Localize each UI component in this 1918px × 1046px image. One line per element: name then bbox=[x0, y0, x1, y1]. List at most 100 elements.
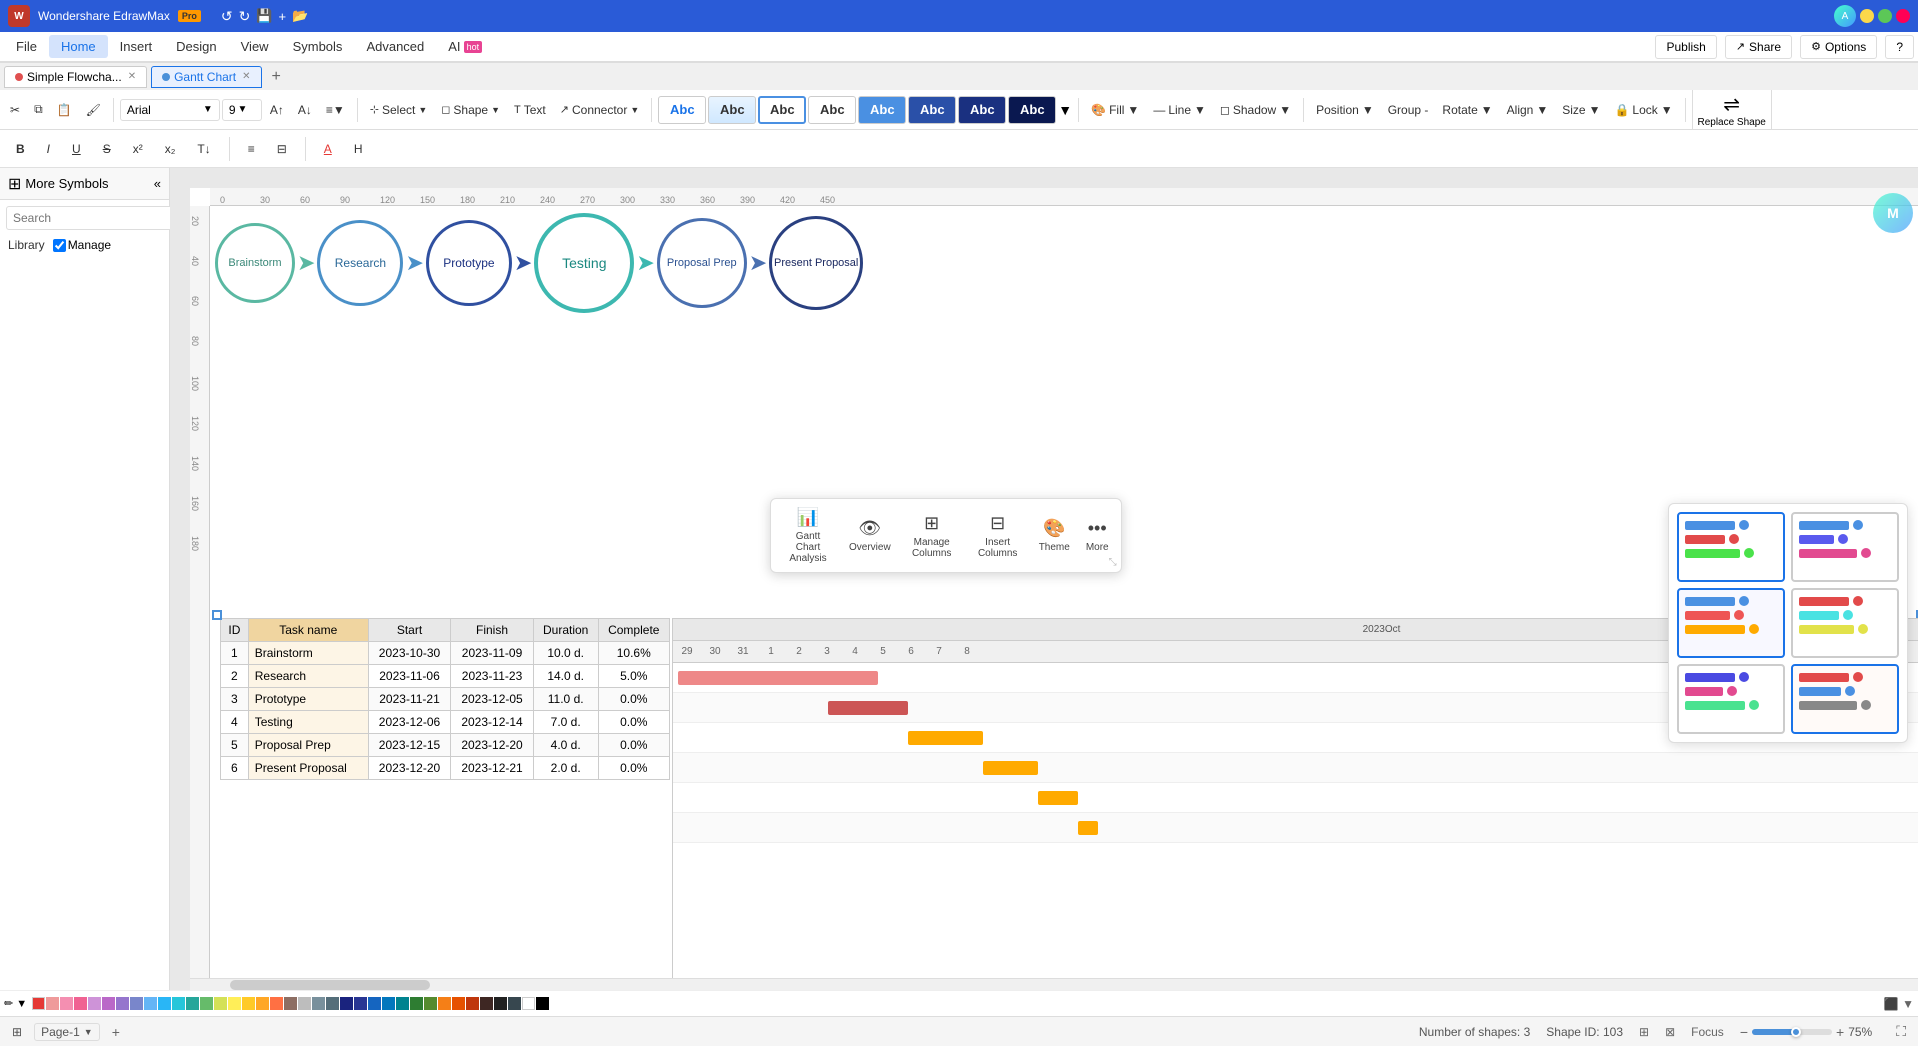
color-swatch[interactable] bbox=[158, 997, 171, 1010]
color-swatch[interactable] bbox=[368, 997, 381, 1010]
tab-simple-flowchart[interactable]: Simple Flowcha... ✕ bbox=[4, 66, 147, 88]
font-decrease-btn[interactable]: A↓ bbox=[292, 99, 318, 121]
color-swatch[interactable] bbox=[536, 997, 549, 1010]
number-list-btn[interactable]: ⊟ bbox=[269, 139, 295, 159]
popup-more[interactable]: ••• More bbox=[1086, 518, 1109, 553]
shape-btn[interactable]: ◻ Shape ▼ bbox=[435, 99, 506, 121]
zoom-out-btn[interactable]: − bbox=[1740, 1024, 1748, 1040]
fc-node-prototype[interactable]: Prototype bbox=[426, 220, 512, 306]
menu-symbols[interactable]: Symbols bbox=[281, 35, 355, 58]
connector-btn[interactable]: ↗ Connector ▼ bbox=[554, 99, 646, 121]
redo-btn[interactable]: ↻ bbox=[239, 8, 251, 25]
color-swatch[interactable] bbox=[494, 997, 507, 1010]
color-swatch[interactable] bbox=[480, 997, 493, 1010]
moretext-btn[interactable]: T↓ bbox=[189, 139, 218, 159]
color-swatch[interactable] bbox=[270, 997, 283, 1010]
color-swatch[interactable] bbox=[88, 997, 101, 1010]
color-swatch[interactable] bbox=[116, 997, 129, 1010]
color-swatch[interactable] bbox=[410, 997, 423, 1010]
font-color-btn[interactable]: A bbox=[316, 139, 340, 159]
color-swatch[interactable] bbox=[228, 997, 241, 1010]
style-swatch-2[interactable]: Abc bbox=[708, 96, 756, 124]
color-swatch[interactable] bbox=[60, 997, 73, 1010]
color-swatch[interactable] bbox=[102, 997, 115, 1010]
strikethrough-btn[interactable]: S bbox=[95, 139, 119, 159]
open-btn[interactable]: 📂 bbox=[292, 8, 308, 25]
color-swatch[interactable] bbox=[340, 997, 353, 1010]
shadow-btn[interactable]: ◻ Shadow ▼ bbox=[1214, 99, 1297, 121]
layer-btn[interactable]: ⊞ bbox=[1639, 1025, 1649, 1039]
color-swatch[interactable] bbox=[508, 997, 521, 1010]
add-tab-btn[interactable]: + bbox=[266, 68, 287, 86]
line-btn[interactable]: — Line ▼ bbox=[1147, 99, 1212, 121]
color-swatch[interactable] bbox=[396, 997, 409, 1010]
minimize-btn[interactable] bbox=[1860, 9, 1874, 23]
menu-ai[interactable]: AI hot bbox=[436, 35, 494, 58]
color-swatch[interactable] bbox=[172, 997, 185, 1010]
bullet-list-btn[interactable]: ≡ bbox=[240, 139, 263, 159]
underline-btn[interactable]: U bbox=[64, 139, 89, 159]
color-swatch[interactable] bbox=[298, 997, 311, 1010]
popup-overview[interactable]: 👁 Overview bbox=[849, 518, 891, 553]
style-swatch-8[interactable]: Abc bbox=[1008, 96, 1056, 124]
styles-more-btn[interactable]: ▼ bbox=[1058, 102, 1072, 118]
color-swatch[interactable] bbox=[46, 997, 59, 1010]
zoom-in-btn[interactable]: + bbox=[1836, 1024, 1844, 1040]
copy-btn[interactable]: ⧉ bbox=[28, 98, 49, 121]
save-btn[interactable]: 💾 bbox=[256, 8, 272, 25]
color-swatch[interactable] bbox=[200, 997, 213, 1010]
tab-close-icon2[interactable]: ✕ bbox=[242, 71, 250, 82]
fc-node-presentproposal[interactable]: Present Proposal bbox=[769, 216, 863, 310]
color-swatch[interactable] bbox=[242, 997, 255, 1010]
font-size-dropdown[interactable]: 9 ▼ bbox=[222, 99, 262, 121]
theme-preview-5[interactable] bbox=[1677, 664, 1785, 734]
theme-preview-6[interactable] bbox=[1791, 664, 1899, 734]
options-btn[interactable]: ⚙ Options bbox=[1800, 35, 1877, 59]
color-swatch[interactable] bbox=[284, 997, 297, 1010]
popup-theme[interactable]: 🎨 Theme bbox=[1039, 518, 1070, 553]
gantt-row-1[interactable]: 1Brainstorm2023-10-302023-11-0910.0 d.10… bbox=[221, 642, 670, 665]
color-swatch[interactable] bbox=[452, 997, 465, 1010]
cut-btn[interactable]: ✂ bbox=[4, 99, 26, 121]
paste-btn[interactable]: 📋 bbox=[51, 99, 78, 121]
popup-resize-handle[interactable]: ⤡ bbox=[1109, 557, 1117, 568]
popup-manage-columns[interactable]: ⊞ Manage Columns bbox=[907, 513, 957, 559]
panel-collapse-btn[interactable]: « bbox=[154, 176, 161, 191]
fc-node-brainstorm[interactable]: Brainstorm bbox=[215, 223, 295, 303]
group-btn[interactable]: Group - bbox=[1382, 99, 1435, 121]
manage-checkbox[interactable]: Manage bbox=[53, 238, 111, 252]
popup-gantt-analysis[interactable]: 📊 Gantt Chart Analysis bbox=[783, 507, 833, 564]
add-page-btn[interactable]: + bbox=[112, 1024, 120, 1040]
publish-btn[interactable]: Publish bbox=[1655, 35, 1716, 59]
theme-preview-2[interactable] bbox=[1791, 512, 1899, 582]
page-view-btn[interactable]: ⊞ bbox=[12, 1025, 22, 1039]
page-indicator[interactable]: Page-1 ▼ bbox=[34, 1023, 100, 1041]
gantt-bar-3[interactable] bbox=[908, 731, 983, 745]
menu-insert[interactable]: Insert bbox=[108, 35, 165, 58]
share-btn[interactable]: ↗ Share bbox=[1725, 35, 1792, 59]
color-swatch[interactable] bbox=[466, 997, 479, 1010]
canvas-content[interactable]: 0 30 60 90 120 150 180 210 240 270 300 3… bbox=[190, 188, 1918, 990]
maximize-btn[interactable] bbox=[1878, 9, 1892, 23]
menu-file[interactable]: File bbox=[4, 35, 49, 58]
color-swatch[interactable] bbox=[312, 997, 325, 1010]
fc-node-testing[interactable]: Testing bbox=[534, 213, 634, 313]
color-swatch[interactable] bbox=[144, 997, 157, 1010]
color-swatch[interactable] bbox=[130, 997, 143, 1010]
focus-btn[interactable]: Focus bbox=[1691, 1025, 1724, 1039]
style-swatch-6[interactable]: Abc bbox=[908, 96, 956, 124]
size-btn[interactable]: Size ▼ bbox=[1556, 99, 1606, 121]
format-painter-btn[interactable]: 🖌 bbox=[80, 99, 107, 121]
gantt-bar-1[interactable] bbox=[678, 671, 878, 685]
select-btn[interactable]: ⊹ Select ▼ bbox=[364, 99, 434, 121]
search-input[interactable] bbox=[6, 206, 175, 230]
gantt-row-3[interactable]: 3Prototype2023-11-212023-12-0511.0 d.0.0… bbox=[221, 688, 670, 711]
fill-btn[interactable]: 🎨 Fill ▼ bbox=[1085, 99, 1145, 121]
gantt-bar-4[interactable] bbox=[983, 761, 1038, 775]
gantt-row-4[interactable]: 4Testing2023-12-062023-12-147.0 d.0.0% bbox=[221, 711, 670, 734]
color-swatch[interactable] bbox=[354, 997, 367, 1010]
theme-preview-1[interactable] bbox=[1677, 512, 1785, 582]
fit-btn[interactable]: ⊠ bbox=[1665, 1025, 1675, 1039]
color-swatch[interactable] bbox=[256, 997, 269, 1010]
avatar[interactable]: A bbox=[1834, 5, 1856, 27]
